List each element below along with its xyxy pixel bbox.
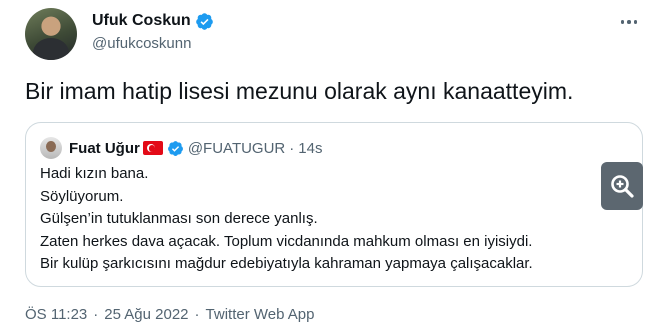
- quoted-author-handle: @FUATUGUR: [187, 139, 286, 157]
- verified-badge-icon: [195, 12, 213, 30]
- quoted-tweet-line: Zaten herkes dava açacak. Toplum vicdanı…: [40, 232, 533, 250]
- quoted-tweet-header: Fuat Uğur @FUATUGUR · 14s: [69, 137, 322, 159]
- more-options-icon[interactable]: [617, 12, 641, 32]
- quoted-author-display-name: Fuat Uğur: [69, 139, 140, 157]
- tweet-source-app[interactable]: Twitter Web App: [206, 306, 315, 323]
- quoted-separator: ·: [289, 139, 295, 157]
- author-display-name[interactable]: Ufuk Coskun: [92, 12, 191, 30]
- author-name-row: Ufuk Coskun: [92, 10, 214, 32]
- quoted-tweet-line: Bir kulüp şarkıcısını mağdur edebiyatıyl…: [40, 255, 533, 272]
- meta-separator: ·: [194, 306, 200, 323]
- tweet: Ufuk Coskun @ufukcoskunn Bir imam hatip …: [0, 0, 655, 324]
- quoted-author-avatar: [40, 137, 62, 159]
- verified-badge-icon: [167, 140, 183, 156]
- author-avatar[interactable]: [25, 8, 77, 60]
- author-handle[interactable]: @ufukcoskunn: [92, 35, 191, 52]
- tweet-date[interactable]: 25 Ağu 2022: [104, 306, 188, 323]
- turkey-flag-icon: [142, 141, 163, 155]
- quoted-tweet-line: Gülşen’in tutuklanması son derece yanlış…: [40, 210, 318, 227]
- quoted-tweet-line: Hadi kızın bana.: [40, 165, 149, 182]
- meta-separator: ·: [93, 306, 99, 323]
- quoted-tweet-text: Hadi kızın bana. Söylüyorum. Gülşen’in t…: [40, 163, 533, 276]
- tweet-time[interactable]: ÖS 11:23: [25, 306, 87, 323]
- quoted-tweet[interactable]: Fuat Uğur @FUATUGUR · 14s Hadi kızın ban…: [25, 122, 643, 287]
- quoted-tweet-line: Söylüyorum.: [40, 187, 124, 205]
- magnifier-plus-icon: [611, 175, 634, 198]
- quoted-tweet-time: 14s: [298, 139, 323, 157]
- tweet-meta: ÖS 11:23 · 25 Ağu 2022 · Twitter Web App: [25, 306, 314, 323]
- zoom-in-icon[interactable]: [601, 162, 643, 210]
- tweet-text: Bir imam hatip lisesi mezunu olarak aynı…: [25, 78, 574, 104]
